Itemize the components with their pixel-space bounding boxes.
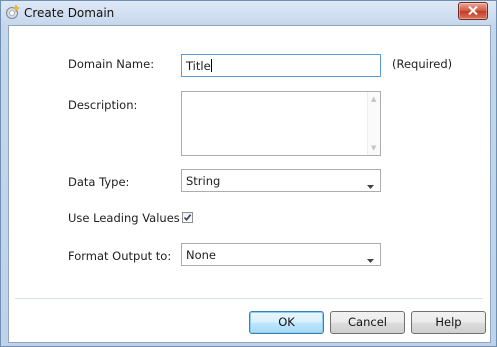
title-bar[interactable]: Create Domain <box>1 1 496 25</box>
domain-name-value: Title <box>186 59 211 73</box>
scroll-up-icon: ▲ <box>371 95 377 103</box>
close-button[interactable] <box>458 2 488 20</box>
domain-name-input[interactable]: Title <box>181 54 381 77</box>
scroll-down-icon: ▼ <box>371 144 377 152</box>
cancel-button[interactable]: Cancel <box>330 311 405 334</box>
data-type-select[interactable]: String <box>181 169 381 192</box>
create-domain-dialog: Create Domain Domain Name: Title (Requir… <box>0 0 497 347</box>
use-leading-values-label: Use Leading Values <box>68 211 180 225</box>
help-button[interactable]: Help <box>411 311 486 334</box>
description-input[interactable]: ▲ ▼ <box>181 91 381 156</box>
domain-name-label: Domain Name: <box>68 57 155 71</box>
text-caret <box>210 59 212 72</box>
window-title: Create Domain <box>24 6 115 20</box>
description-label: Description: <box>68 98 138 112</box>
format-output-value: None <box>186 248 217 262</box>
data-type-value: String <box>186 174 221 188</box>
format-output-label: Format Output to: <box>68 249 172 263</box>
description-scrollbar[interactable]: ▲ ▼ <box>367 92 380 155</box>
ok-button[interactable]: OK <box>249 311 324 334</box>
button-separator <box>15 298 483 299</box>
chevron-down-icon <box>367 252 374 266</box>
chevron-down-icon <box>367 178 374 192</box>
format-output-select[interactable]: None <box>181 243 381 266</box>
domain-wizard-icon <box>5 4 21 20</box>
data-type-label: Data Type: <box>68 175 130 189</box>
required-note: (Required) <box>392 57 453 71</box>
dialog-body: Domain Name: Title (Required) Descriptio… <box>8 25 491 343</box>
use-leading-values-checkbox[interactable] <box>182 212 193 223</box>
